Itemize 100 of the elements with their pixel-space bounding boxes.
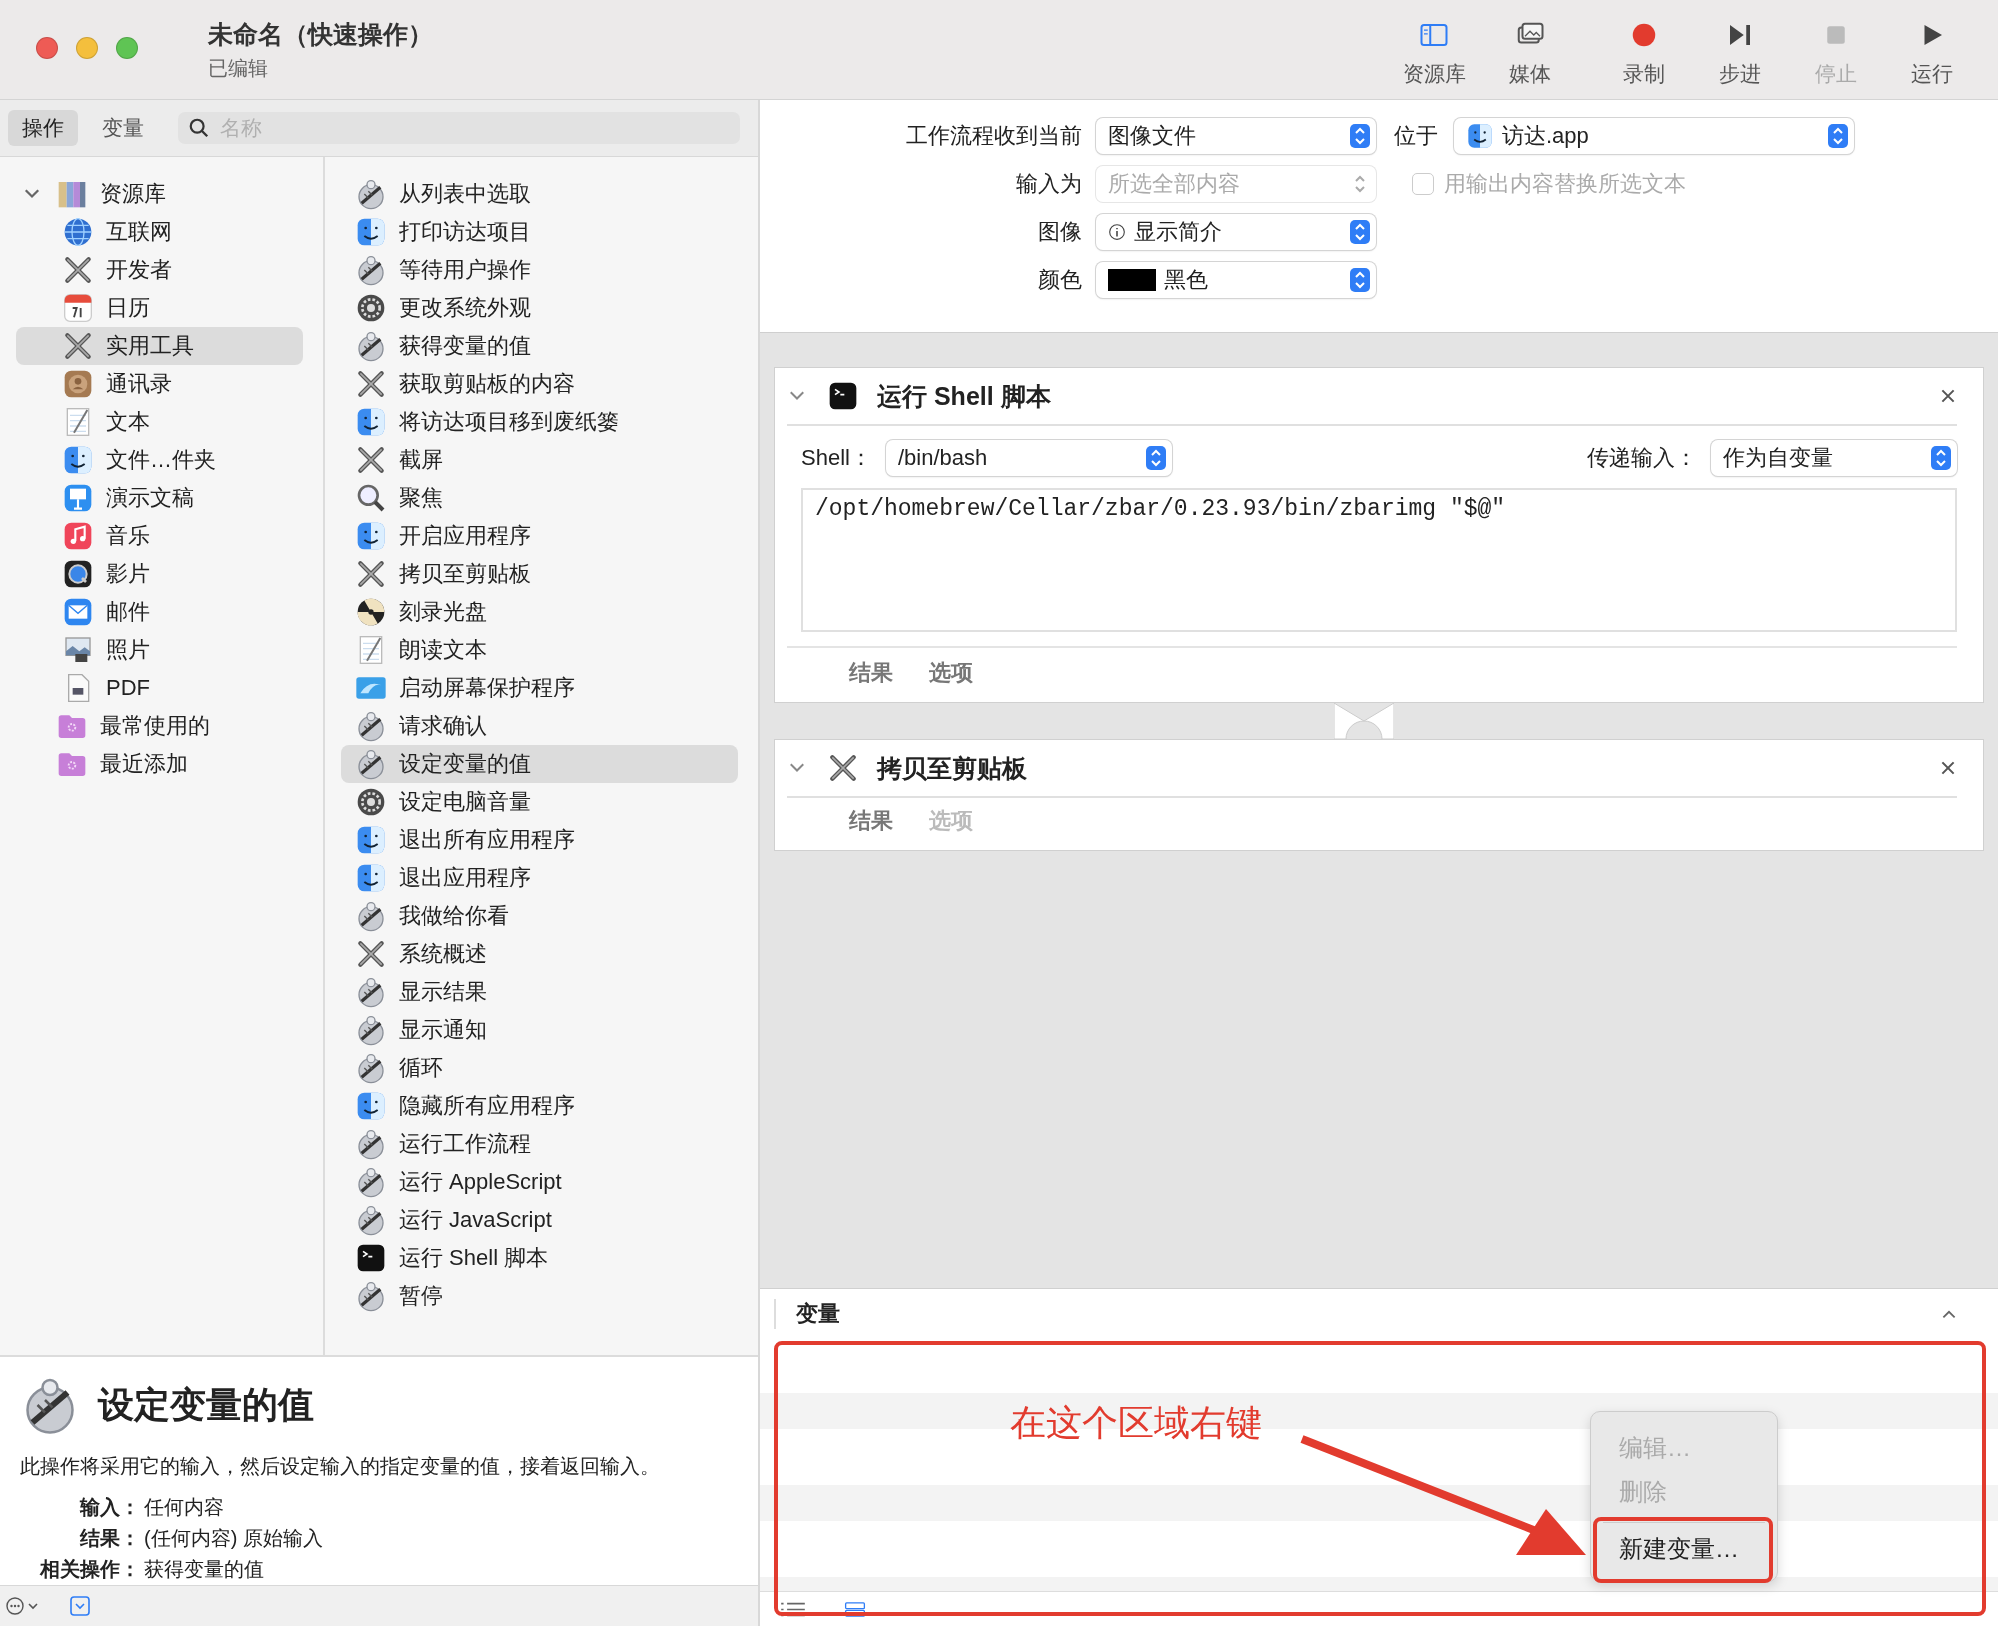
window-control-button[interactable] — [76, 37, 98, 59]
action-item[interactable]: 朗读文本 — [341, 631, 738, 669]
terminal-icon — [827, 380, 859, 412]
face-icon — [355, 520, 387, 552]
wand-icon — [355, 1280, 387, 1312]
popup-button[interactable]: 图像文件 — [1096, 118, 1376, 154]
annotation-text: 在这个区域右键 — [1010, 1401, 1262, 1445]
wand-icon — [355, 710, 387, 742]
action-item[interactable]: 刻录光盘 — [341, 593, 738, 631]
wand-icon — [355, 976, 387, 1008]
tab[interactable]: 选项 — [929, 658, 973, 688]
popup-button[interactable]: 显示简介 — [1096, 214, 1376, 250]
tab[interactable]: 结果 — [849, 806, 893, 836]
wand-icon — [355, 178, 387, 210]
field-label: 图像 — [1037, 218, 1082, 246]
action-item[interactable]: 退出所有应用程序 — [341, 821, 738, 859]
action-item[interactable]: 运行 AppleScript — [341, 1163, 738, 1201]
window-subtitle: 已编辑 — [208, 56, 269, 81]
toolbar-button[interactable]: 步进 — [1692, 11, 1788, 88]
action-item[interactable]: 聚焦 — [341, 479, 738, 517]
action-item[interactable]: 拷贝至剪贴板 — [341, 555, 738, 593]
library-item[interactable]: 照片 — [16, 631, 303, 669]
field-label: 输入为 — [1015, 170, 1082, 198]
action-item[interactable]: 等待用户操作 — [341, 251, 738, 289]
window-control-button[interactable] — [36, 37, 58, 59]
movie-icon — [62, 558, 94, 590]
detail-value: 任何内容 — [144, 1495, 225, 1520]
library-item[interactable]: 互联网 — [16, 213, 303, 251]
action-item[interactable]: 设定电脑音量 — [341, 783, 738, 821]
popup-button[interactable]: 作为自变量 — [1711, 440, 1957, 476]
tab[interactable]: 变量 — [88, 110, 158, 146]
popup-button[interactable]: 访达.app — [1454, 118, 1854, 154]
action-item[interactable]: 循环 — [341, 1049, 738, 1087]
action-item[interactable]: 将访达项目移到废纸篓 — [341, 403, 738, 441]
action-item[interactable]: 开启应用程序 — [341, 517, 738, 555]
close-icon — [1939, 387, 1957, 405]
action-item[interactable]: 显示通知 — [341, 1011, 738, 1049]
action-item[interactable]: 启动屏幕保护程序 — [341, 669, 738, 707]
action-item[interactable]: 暂停 — [341, 1277, 738, 1315]
gear-icon — [355, 786, 387, 818]
toolbar-button[interactable]: 媒体 — [1482, 11, 1578, 88]
library-item[interactable]: 开发者 — [16, 251, 303, 289]
library-item[interactable]: 通讯录 — [16, 365, 303, 403]
info-icon — [1108, 223, 1126, 241]
library-item[interactable]: 影片 — [16, 555, 303, 593]
action-item[interactable]: 显示结果 — [341, 973, 738, 1011]
action-item[interactable]: 退出应用程序 — [341, 859, 738, 897]
library-item[interactable]: 演示文稿 — [16, 479, 303, 517]
stepper-icon — [1350, 124, 1370, 148]
detail-label: 结果： — [78, 1526, 140, 1551]
library-item[interactable]: 最近添加 — [16, 745, 303, 783]
action-item[interactable]: 截屏 — [341, 441, 738, 479]
description-text: 此操作将采用它的输入，然后设定输入的指定变量的值，接着返回输入。 — [20, 1454, 661, 1479]
action-item[interactable]: 获取剪贴板的内容 — [341, 365, 738, 403]
action-item[interactable]: 隐藏所有应用程序 — [341, 1087, 738, 1125]
action-item[interactable]: 运行 Shell 脚本 — [341, 1239, 738, 1277]
wand-icon — [355, 1204, 387, 1236]
detail-value: 获得变量的值 — [144, 1557, 265, 1582]
toolbar-button[interactable]: 运行 — [1884, 11, 1980, 88]
popup-button[interactable]: 黑色 — [1096, 262, 1376, 298]
library-item[interactable]: 最常使用的 — [16, 707, 303, 745]
action-item[interactable]: 运行工作流程 — [341, 1125, 738, 1163]
mail-icon — [62, 596, 94, 628]
field-label: 颜色 — [1037, 266, 1082, 294]
action-item[interactable]: 设定变量的值 — [341, 745, 738, 783]
library-item[interactable]: 文本 — [16, 403, 303, 441]
library-item[interactable]: 资源库 — [16, 175, 303, 213]
menu-item[interactable]: 新建变量… — [1591, 1527, 1777, 1571]
description-toggle-icon — [68, 1594, 92, 1618]
action-item[interactable]: 系统概述 — [341, 935, 738, 973]
action-item[interactable]: 打印访达项目 — [341, 213, 738, 251]
library-item[interactable]: 邮件 — [16, 593, 303, 631]
face-icon — [355, 862, 387, 894]
toolbar-button[interactable]: 资源库 — [1386, 11, 1482, 88]
action-item[interactable]: 运行 JavaScript — [341, 1201, 738, 1239]
script-editor[interactable]: /opt/homebrew/Cellar/zbar/0.23.93/bin/zbarimg "$@" — [801, 488, 1957, 632]
action-item[interactable]: 请求确认 — [341, 707, 738, 745]
window-control-button[interactable] — [116, 37, 138, 59]
action-item[interactable]: 我做给你看 — [341, 897, 738, 935]
toolbar-button[interactable]: 录制 — [1596, 11, 1692, 88]
wand-icon — [355, 1014, 387, 1046]
detail-label: 输入： — [78, 1495, 140, 1520]
gear-icon — [355, 292, 387, 324]
field-label: 工作流程收到当前 — [905, 122, 1082, 150]
library-item[interactable]: PDF — [16, 669, 303, 707]
wand-icon — [355, 900, 387, 932]
wand-icon — [355, 254, 387, 286]
stepper-icon — [1350, 268, 1370, 292]
face-icon — [355, 824, 387, 856]
tab[interactable]: 操作 — [8, 110, 78, 146]
action-item[interactable]: 从列表中选取 — [341, 175, 738, 213]
library-item[interactable]: 音乐 — [16, 517, 303, 555]
action-item[interactable]: 获得变量的值 — [341, 327, 738, 365]
library-item[interactable]: 日历 — [16, 289, 303, 327]
wand-icon — [355, 1128, 387, 1160]
action-item[interactable]: 更改系统外观 — [341, 289, 738, 327]
library-item[interactable]: 文件…件夹 — [16, 441, 303, 479]
popup-button[interactable]: /bin/bash — [885, 440, 1172, 476]
tab[interactable]: 结果 — [849, 658, 893, 688]
library-item[interactable]: 实用工具 — [16, 327, 303, 365]
